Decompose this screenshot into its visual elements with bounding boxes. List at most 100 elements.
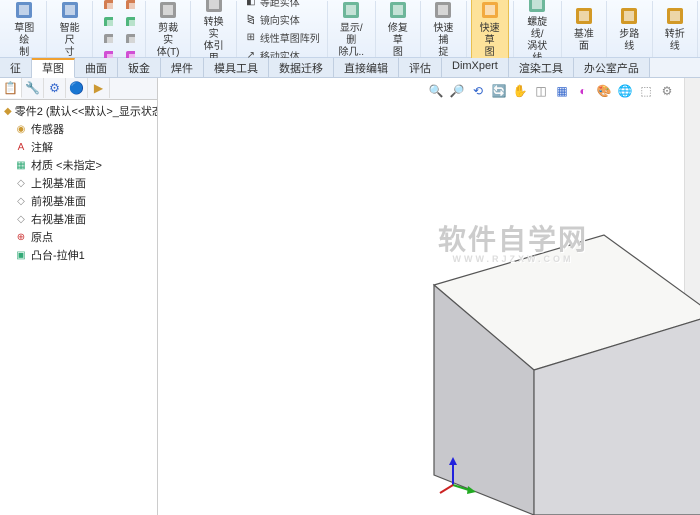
pattern-icon: ⊞ xyxy=(244,31,258,45)
sidebar-tab-config[interactable]: ⚙ xyxy=(44,78,66,98)
ribbon-label: 显示/删 xyxy=(338,23,365,47)
sidebar-tab-feature-tree[interactable]: 📋 xyxy=(0,78,22,98)
tab-草图[interactable]: 草图 xyxy=(32,58,75,78)
tab-钣金[interactable]: 钣金 xyxy=(118,58,161,77)
ribbon-label: 修复草 xyxy=(386,23,410,47)
show-hide-button[interactable]: 显示/删除几.. xyxy=(332,0,371,61)
zoom-area-button[interactable]: 🔎 xyxy=(448,82,466,100)
settings-button[interactable]: ⚙ xyxy=(658,82,676,100)
tree-node-extrude[interactable]: ▣凸台-拉伸1 xyxy=(2,246,155,264)
plane-icon: ◇ xyxy=(14,212,28,226)
tab-征[interactable]: 征 xyxy=(0,58,32,77)
tree-node-label: 注解 xyxy=(31,139,53,155)
zoom-area-icon: 🔎 xyxy=(450,84,465,98)
ribbon-label: 快速草 xyxy=(478,23,502,47)
draw-icon xyxy=(12,0,36,22)
tree-node-plane[interactable]: ◇右视基准面 xyxy=(2,210,155,228)
tree-node-annotation[interactable]: A注解 xyxy=(2,138,155,156)
display-style-button[interactable]: ◐ xyxy=(574,82,592,100)
rotate-button[interactable]: 🔄 xyxy=(490,82,508,100)
sidebar-tab-display[interactable]: 🔵 xyxy=(66,78,88,98)
ribbon-group: 快速捕捉 xyxy=(421,1,466,57)
tab-曲面[interactable]: 曲面 xyxy=(75,58,118,77)
ribbon-label: 步路线 xyxy=(617,29,641,53)
tab-数据迁移[interactable]: 数据迁移 xyxy=(269,58,334,77)
rapid-sketch-button[interactable]: 快速草图 xyxy=(471,0,509,62)
snap-button[interactable]: 快速捕捉 xyxy=(425,0,461,61)
tab-评估[interactable]: 评估 xyxy=(399,58,442,77)
sidebar-tab-filter[interactable]: ▶ xyxy=(88,78,110,98)
display-icon: 🔵 xyxy=(69,81,84,95)
tab-DimXpert[interactable]: DimXpert xyxy=(442,58,509,77)
plane-icon: ◇ xyxy=(14,176,28,190)
mini-tool-1[interactable] xyxy=(97,0,119,11)
zoom-fit-button[interactable]: 🔍 xyxy=(427,82,445,100)
tree-node-label: 右视基准面 xyxy=(31,211,86,227)
repair-button[interactable]: 修复草图 xyxy=(380,0,416,61)
settings-icon: ⚙ xyxy=(662,84,673,98)
filter-icon: ▶ xyxy=(94,81,103,95)
main-area: 📋🔧⚙🔵▶ ◆零件2 (默认<<默认>_显示状态◉传感器A注解▦材质 <未指定>… xyxy=(0,78,700,515)
pattern-button[interactable]: ⊞线性草图阵列 xyxy=(241,29,323,46)
mini-tool-2[interactable] xyxy=(97,12,119,28)
section-button[interactable]: ▦ xyxy=(553,82,571,100)
mini-tool-2[interactable] xyxy=(119,12,141,28)
ribbon-group: 转换实体引用 xyxy=(191,1,236,57)
offset-icon: ◧ xyxy=(244,0,258,9)
watermark-url: WWW.RJZXW.COM xyxy=(438,254,588,264)
convert-button[interactable]: 转换实体引用 xyxy=(195,0,231,67)
tab-渲染工具[interactable]: 渲染工具 xyxy=(509,58,574,77)
ribbon-group: 草图绘制 xyxy=(2,1,47,57)
tree-node-label: 传感器 xyxy=(31,121,64,137)
tree-node-sensor[interactable]: ◉传感器 xyxy=(2,120,155,138)
tree-node-plane[interactable]: ◇前视基准面 xyxy=(2,192,155,210)
pan-icon: ✋ xyxy=(513,84,528,98)
trim-button[interactable]: 剪裁实体(T) xyxy=(150,0,186,61)
appearance-icon: 🌐 xyxy=(618,84,633,98)
mirror-button[interactable]: ⧎镜向实体 xyxy=(241,11,323,28)
tab-焊件[interactable]: 焊件 xyxy=(161,58,204,77)
tree-root[interactable]: ◆零件2 (默认<<默认>_显示状态 xyxy=(2,102,155,120)
tree-node-label: 上视基准面 xyxy=(31,175,86,191)
section-icon: ▦ xyxy=(556,84,567,98)
fold-icon xyxy=(663,4,687,28)
feature-manager-panel: 📋🔧⚙🔵 ▶ ◆零件2 (默认<<默认>_显示状态◉传感器A注解▦材质 <未指定>… xyxy=(0,78,158,515)
small-label: 线性草图阵列 xyxy=(260,30,320,45)
zoom-fit-icon: 🔍 xyxy=(429,84,444,98)
fold-button[interactable]: 转折线 xyxy=(657,2,693,55)
mini-tool-3[interactable] xyxy=(119,29,141,45)
tab-模具工具[interactable]: 模具工具 xyxy=(204,58,269,77)
pan-button[interactable]: ✋ xyxy=(511,82,529,100)
ref-plane-button[interactable]: 基准面 xyxy=(566,2,602,55)
graphics-viewport[interactable]: 🔍🔎⟲🔄✋◫▦◐🎨🌐⬚⚙ 软件自学网 WWW.RJZXW.COM xyxy=(158,78,700,515)
perspective-button[interactable]: ⬚ xyxy=(637,82,655,100)
tree-node-label: 原点 xyxy=(31,229,53,245)
smart-dim-button[interactable]: 智能尺寸 xyxy=(51,0,87,61)
sidebar-tab-property[interactable]: 🔧 xyxy=(22,78,44,98)
tab-办公室产品[interactable]: 办公室产品 xyxy=(574,58,650,77)
material-icon: ▦ xyxy=(14,158,28,172)
mini-tool-1[interactable] xyxy=(119,0,141,11)
tree-node-plane[interactable]: ◇上视基准面 xyxy=(2,174,155,192)
ribbon-group: 步路线 xyxy=(607,1,652,57)
smart-dim-icon xyxy=(58,0,82,22)
perspective-icon: ⬚ xyxy=(640,84,651,98)
view-cube-button[interactable]: ◫ xyxy=(532,82,550,100)
draw-button[interactable]: 草图绘制 xyxy=(6,0,42,61)
appearance-button[interactable]: 🌐 xyxy=(616,82,634,100)
scene-button[interactable]: 🎨 xyxy=(595,82,613,100)
tree-node-material[interactable]: ▦材质 <未指定> xyxy=(2,156,155,174)
feature-tree: ◆零件2 (默认<<默认>_显示状态◉传感器A注解▦材质 <未指定>◇上视基准面… xyxy=(0,100,157,266)
orientation-triad[interactable] xyxy=(438,455,478,495)
mini-tool-3[interactable] xyxy=(97,29,119,45)
ribbon-label: 基准面 xyxy=(572,29,596,53)
ribbon-group: 基准面 xyxy=(562,1,607,57)
route-button[interactable]: 步路线 xyxy=(611,2,647,55)
tab-直接编辑[interactable]: 直接编辑 xyxy=(334,58,399,77)
offset-button[interactable]: ◧等距实体 xyxy=(241,0,323,10)
route-icon xyxy=(617,4,641,28)
zoom-prev-button[interactable]: ⟲ xyxy=(469,82,487,100)
tree-node-origin[interactable]: ⊕原点 xyxy=(2,228,155,246)
ribbon-label: 螺旋线/ xyxy=(524,17,551,41)
helix-button[interactable]: 螺旋线/涡状线 xyxy=(518,0,557,67)
